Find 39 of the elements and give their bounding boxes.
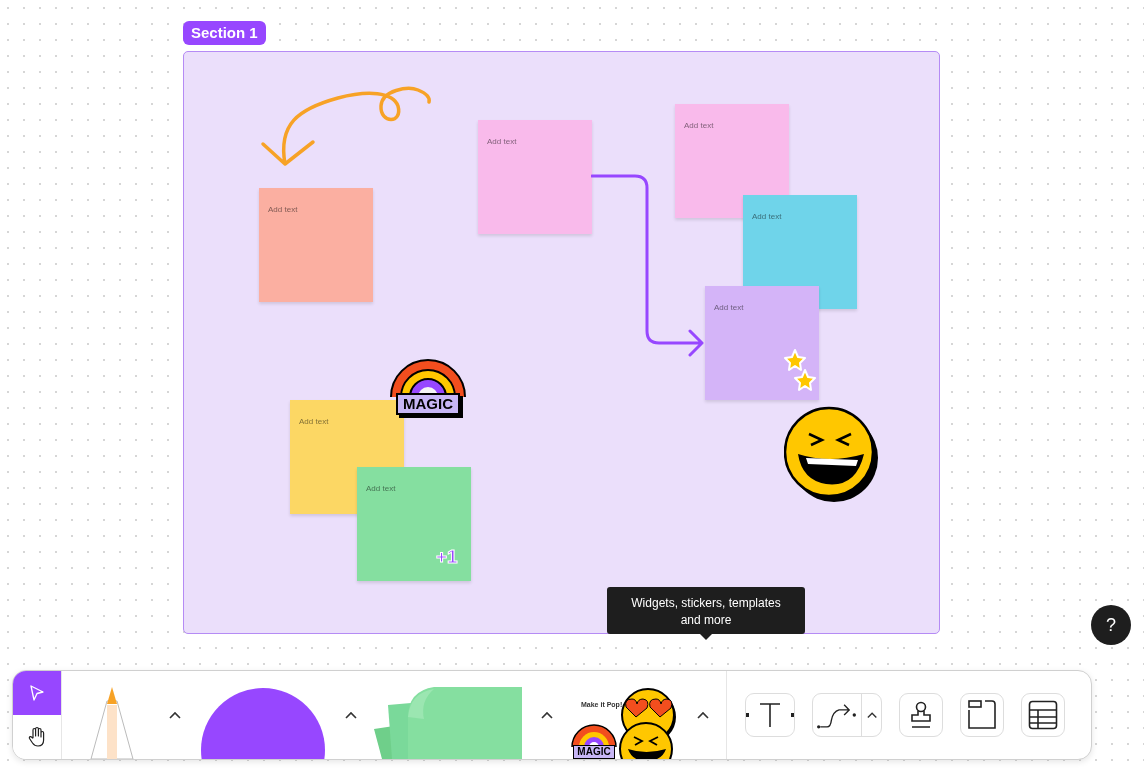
sticky-notes-icon — [374, 687, 524, 759]
sticky-note[interactable]: Add text — [478, 120, 592, 234]
tooltip-pointer — [700, 634, 712, 640]
sticky-placeholder: Add text — [299, 417, 329, 426]
section-icon — [967, 700, 997, 730]
cursor-icon — [29, 684, 45, 702]
section-label[interactable]: Section 1 — [183, 21, 266, 45]
section-tool-button[interactable] — [960, 693, 1004, 737]
sticky-note[interactable]: Add text — [259, 188, 373, 302]
hand-tool-button[interactable] — [13, 715, 61, 759]
stamp-tool-button[interactable] — [899, 693, 943, 737]
laughing-face-icon — [618, 721, 674, 759]
stars-sticker — [783, 348, 817, 394]
caret-icon[interactable] — [866, 711, 877, 719]
sticky-placeholder: Add text — [366, 484, 396, 493]
tooltip: Widgets, stickers, templates and more — [607, 587, 805, 634]
connector-tool-button[interactable] — [812, 693, 882, 737]
sticky-placeholder: Add text — [268, 205, 298, 214]
help-button[interactable]: ? — [1091, 605, 1131, 645]
text-tool-button[interactable] — [745, 693, 795, 737]
select-tool-button[interactable] — [13, 671, 61, 715]
plus-one-label: +1 — [436, 546, 458, 568]
table-icon — [1028, 700, 1058, 730]
hand-icon — [27, 726, 47, 748]
sticky-placeholder: Add text — [714, 303, 744, 312]
sticky-placeholder: Add text — [487, 137, 517, 146]
text-icon — [746, 701, 794, 729]
sticky-placeholder: Add text — [752, 212, 782, 221]
caret-icon — [697, 711, 709, 719]
sticker-text: MAGIC — [396, 393, 460, 415]
caret-icon — [541, 711, 553, 719]
sticky-placeholder: Add text — [684, 121, 714, 130]
circle-shape-icon — [200, 687, 326, 759]
stamp-icon — [910, 701, 932, 729]
sticky-note[interactable]: Add text — [705, 286, 819, 400]
sticker-text: MAGIC — [573, 745, 615, 759]
table-tool-button[interactable] — [1021, 693, 1065, 737]
caret-icon — [345, 711, 357, 719]
caret-icon — [169, 711, 181, 719]
